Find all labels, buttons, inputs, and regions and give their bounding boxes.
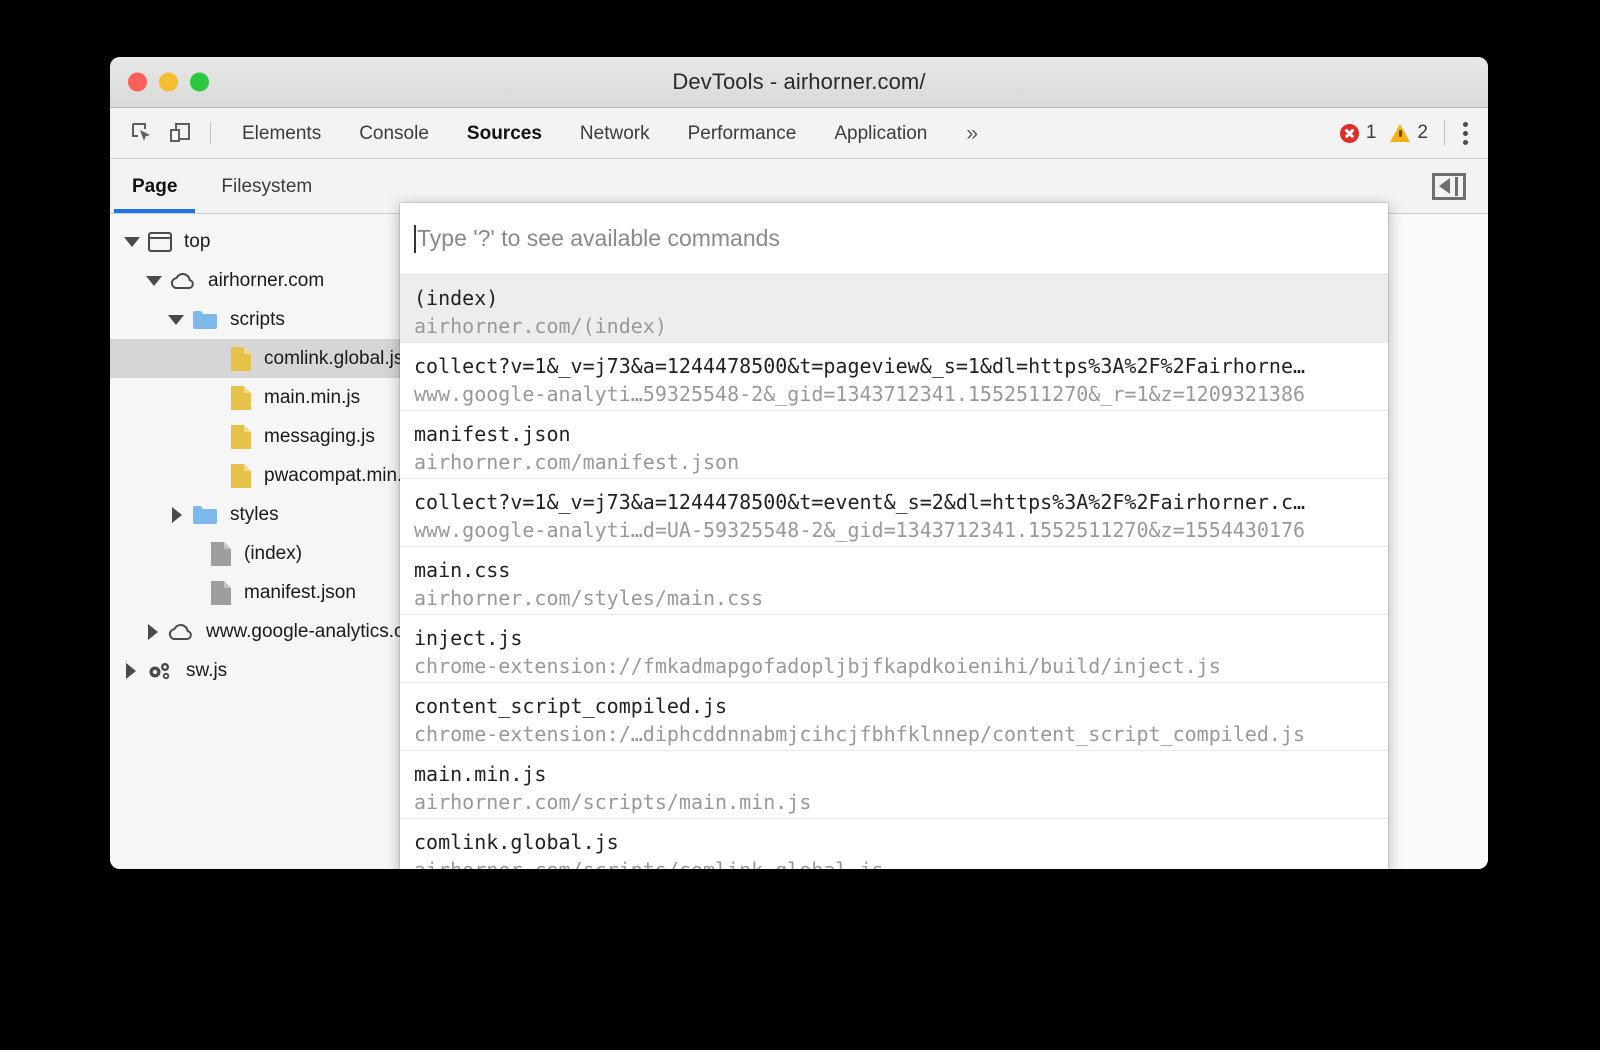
navigator-tab-list: Page Filesystem (110, 159, 334, 213)
palette-result-title: inject.js (414, 624, 1374, 652)
nav-tab-filesystem[interactable]: Filesystem (199, 161, 334, 213)
service-worker-icon (146, 659, 174, 683)
toolbar-right-group: 1 2 (1340, 118, 1474, 149)
palette-result-subtitle: airhorner.com/(index) (414, 312, 1374, 340)
devtools-main-toolbar: Elements Console Sources Network Perform… (110, 108, 1488, 159)
palette-result-title: comlink.global.js (414, 828, 1374, 856)
tree-item-label: sw.js (186, 660, 227, 682)
tree-item-label: main.min.js (264, 387, 360, 409)
palette-result-row[interactable]: comlink.global.js airhorner.com/scripts/… (400, 819, 1388, 869)
js-file-icon (230, 424, 252, 450)
js-file-icon (230, 346, 252, 372)
palette-result-row[interactable]: main.css airhorner.com/styles/main.css (400, 547, 1388, 615)
inspect-element-icon[interactable] (126, 118, 158, 148)
panel-tab-list: Elements Console Sources Network Perform… (223, 109, 998, 158)
close-window-button[interactable] (128, 73, 147, 92)
tree-item-label: top (184, 231, 210, 253)
palette-result-title: main.min.js (414, 760, 1374, 788)
tree-item-label: comlink.global.js (264, 348, 403, 370)
palette-result-row[interactable]: inject.js chrome-extension://fmkadmapgof… (400, 615, 1388, 683)
palette-result-title: collect?v=1&_v=j73&a=1244478500&t=event&… (414, 488, 1374, 516)
chevron-right-icon[interactable] (148, 624, 158, 640)
chevron-right-icon[interactable] (126, 663, 136, 679)
tree-item-label: messaging.js (264, 426, 375, 448)
warning-counter[interactable]: 2 (1390, 122, 1428, 144)
tab-sources[interactable]: Sources (448, 109, 561, 158)
maximize-window-button[interactable] (190, 73, 209, 92)
tree-item-label: (index) (244, 543, 302, 565)
toolbar-divider-right (1444, 120, 1445, 146)
palette-result-row[interactable]: content_script_compiled.js chrome-extens… (400, 683, 1388, 751)
palette-result-subtitle: chrome-extension:/…diphcddnnabmjcihcjfbh… (414, 720, 1374, 748)
error-counter[interactable]: 1 (1340, 122, 1377, 144)
palette-result-subtitle: www.google-analyti…d=UA-59325548-2&_gid=… (414, 516, 1374, 544)
frame-icon (148, 232, 172, 252)
warning-icon (1390, 124, 1410, 142)
tab-performance[interactable]: Performance (669, 109, 816, 158)
tree-item-label: www.google-analytics.com (206, 621, 430, 643)
palette-result-title: content_script_compiled.js (414, 692, 1374, 720)
command-palette-input[interactable]: Type '?' to see available commands (417, 225, 780, 252)
tree-item-label: scripts (230, 309, 285, 331)
devtools-window: DevTools - airhorner.com/ Elements Conso… (110, 57, 1488, 869)
document-icon (210, 580, 232, 606)
tab-application[interactable]: Application (815, 109, 946, 158)
palette-result-subtitle: airhorner.com/scripts/main.min.js (414, 788, 1374, 816)
window-title: DevTools - airhorner.com/ (672, 69, 925, 95)
cloud-icon (170, 271, 196, 291)
palette-result-subtitle: www.google-analyti…59325548-2&_gid=13437… (414, 380, 1374, 408)
tab-network[interactable]: Network (561, 109, 669, 158)
folder-icon (192, 309, 218, 330)
tree-item-label: airhorner.com (208, 270, 324, 292)
text-caret (414, 225, 416, 253)
chevron-down-icon[interactable] (146, 276, 162, 286)
tree-item-label: styles (230, 504, 279, 526)
palette-result-title: manifest.json (414, 420, 1374, 448)
palette-result-row[interactable]: manifest.json airhorner.com/manifest.jso… (400, 411, 1388, 479)
chevron-right-icon[interactable] (172, 507, 182, 523)
screenshot-root: DevTools - airhorner.com/ Elements Conso… (0, 0, 1600, 1050)
palette-result-row[interactable]: collect?v=1&_v=j73&a=1244478500&t=pagevi… (400, 343, 1388, 411)
palette-result-title: main.css (414, 556, 1374, 584)
minimize-window-button[interactable] (159, 73, 178, 92)
tree-item-label: pwacompat.min.js (264, 465, 416, 487)
collapse-sidebar-icon[interactable] (1432, 173, 1466, 200)
toolbar-divider (210, 122, 211, 144)
tab-elements[interactable]: Elements (223, 109, 340, 158)
palette-result-row[interactable]: (index) airhorner.com/(index) (400, 275, 1388, 343)
window-titlebar: DevTools - airhorner.com/ (110, 57, 1488, 108)
js-file-icon (230, 385, 252, 411)
js-file-icon (230, 463, 252, 489)
traffic-lights (128, 73, 209, 92)
palette-result-title: collect?v=1&_v=j73&a=1244478500&t=pagevi… (414, 352, 1374, 380)
tree-item-label: manifest.json (244, 582, 356, 604)
command-palette[interactable]: Type '?' to see available commands (inde… (400, 203, 1388, 869)
palette-result-subtitle: airhorner.com/scripts/comlink.global.js (414, 856, 1374, 869)
command-palette-results[interactable]: (index) airhorner.com/(index) collect?v=… (400, 275, 1388, 869)
error-count-label: 1 (1366, 122, 1377, 144)
folder-icon (192, 504, 218, 525)
chevron-down-icon[interactable] (168, 315, 184, 325)
command-palette-input-row[interactable]: Type '?' to see available commands (400, 203, 1388, 275)
cloud-icon (168, 622, 194, 642)
more-tabs-icon[interactable]: » (946, 109, 998, 158)
document-icon (210, 541, 232, 567)
palette-result-row[interactable]: main.min.js airhorner.com/scripts/main.m… (400, 751, 1388, 819)
palette-result-title: (index) (414, 284, 1374, 312)
palette-result-row[interactable]: collect?v=1&_v=j73&a=1244478500&t=event&… (400, 479, 1388, 547)
warning-count-label: 2 (1417, 122, 1428, 144)
kebab-menu-icon[interactable] (1457, 118, 1474, 149)
tab-console[interactable]: Console (340, 109, 448, 158)
chevron-down-icon[interactable] (124, 237, 140, 247)
palette-result-subtitle: airhorner.com/styles/main.css (414, 584, 1374, 612)
error-icon (1340, 124, 1359, 143)
nav-tab-page[interactable]: Page (110, 161, 199, 213)
device-toolbar-icon[interactable] (164, 118, 196, 148)
palette-result-subtitle: airhorner.com/manifest.json (414, 448, 1374, 476)
palette-result-subtitle: chrome-extension://fmkadmapgofadopljbjfk… (414, 652, 1374, 680)
